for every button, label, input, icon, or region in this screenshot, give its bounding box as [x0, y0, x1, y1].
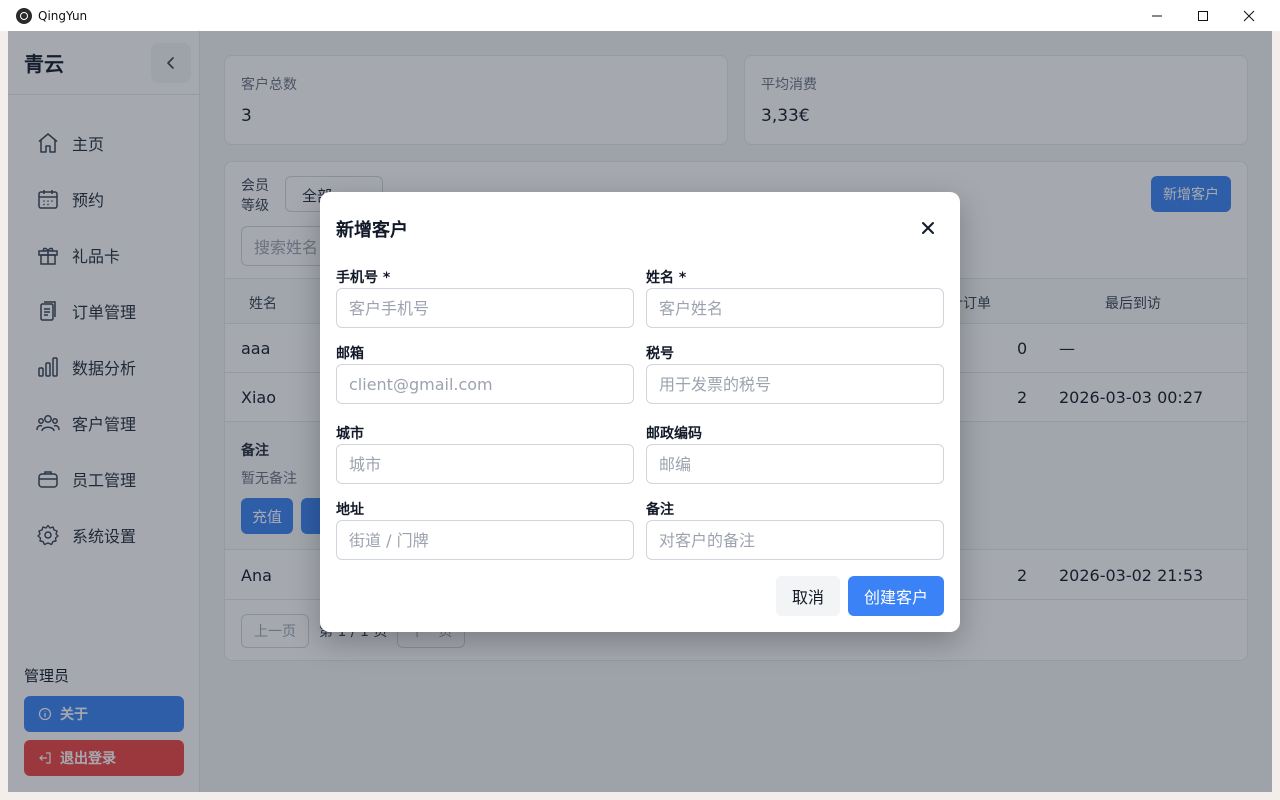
tax-id-label: 税号 — [646, 346, 674, 362]
dialog-close-button[interactable] — [916, 216, 940, 240]
maximize-icon — [1198, 10, 1208, 21]
minimize-icon — [1152, 15, 1162, 16]
name-label: 姓名 * — [646, 270, 687, 286]
email-field[interactable] — [336, 364, 634, 404]
city-label: 城市 — [336, 426, 364, 442]
postal-code-label: 邮政编码 — [646, 426, 702, 442]
create-customer-button[interactable]: 创建客户 — [848, 576, 944, 616]
city-field[interactable] — [336, 444, 634, 484]
cancel-button[interactable]: 取消 — [776, 576, 840, 616]
title-bar: QingYun — [0, 0, 1280, 31]
close-icon — [922, 222, 934, 234]
tax-id-field[interactable] — [646, 364, 944, 404]
phone-label: 手机号 * — [336, 270, 391, 286]
maximize-button[interactable] — [1180, 0, 1226, 31]
note-field[interactable] — [646, 520, 944, 560]
close-icon — [1243, 10, 1255, 21]
window-title: QingYun — [38, 8, 88, 23]
add-customer-dialog: 新增客户 手机号 * 姓名 * 邮箱 税号 城市 邮政编码 地址 备注 取消 创… — [320, 192, 960, 632]
address-label: 地址 — [336, 502, 364, 518]
close-window-button[interactable] — [1226, 0, 1272, 31]
email-label: 邮箱 — [336, 346, 364, 362]
postal-code-field[interactable] — [646, 444, 944, 484]
dialog-title: 新增客户 — [336, 220, 408, 241]
minimize-button[interactable] — [1134, 0, 1180, 31]
name-field[interactable] — [646, 288, 944, 328]
app-logo-icon — [16, 7, 32, 24]
note-label: 备注 — [646, 502, 674, 518]
phone-field[interactable] — [336, 288, 634, 328]
address-field[interactable] — [336, 520, 634, 560]
app-frame: 青云 主页 预约 礼品卡 订单管理 数据分析 客户管理 员工管理 系统设置 管理… — [8, 31, 1272, 792]
